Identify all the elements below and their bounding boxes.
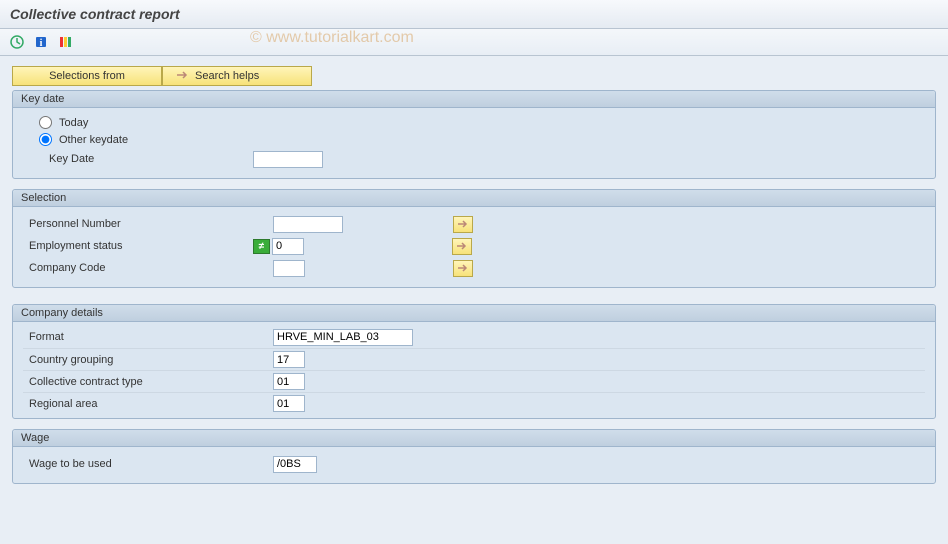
variant-icon[interactable]: [56, 33, 74, 51]
country-label: Country grouping: [23, 354, 253, 366]
group-wage: Wage Wage to be used: [12, 429, 936, 484]
radio-today-label: Today: [59, 117, 88, 129]
page-title: Collective contract report: [0, 0, 948, 29]
info-icon[interactable]: i: [32, 33, 50, 51]
action-button-row: Selections from Search helps: [12, 66, 936, 86]
format-input[interactable]: [273, 329, 413, 346]
keydate-input[interactable]: [253, 151, 323, 168]
cctype-input[interactable]: [273, 373, 305, 390]
group-company-title: Company details: [13, 305, 935, 322]
group-wage-title: Wage: [13, 430, 935, 447]
cctype-label: Collective contract type: [23, 376, 253, 388]
toolbar: i © www.tutorialkart.com: [0, 29, 948, 56]
keydate-label: Key Date: [23, 153, 253, 165]
company-more-button[interactable]: [453, 260, 473, 277]
search-helps-button[interactable]: Search helps: [162, 66, 312, 86]
radio-other-keydate[interactable]: [39, 133, 52, 146]
group-company-details: Company details Format Country grouping …: [12, 304, 936, 419]
wage-label: Wage to be used: [23, 458, 253, 470]
region-input[interactable]: [273, 395, 305, 412]
exclude-icon[interactable]: ≠: [253, 239, 270, 254]
personnel-more-button[interactable]: [453, 216, 473, 233]
group-keydate: Key date Today Other keydate Key Date: [12, 90, 936, 179]
country-input[interactable]: [273, 351, 305, 368]
selections-from-button[interactable]: Selections from: [12, 66, 162, 86]
empstatus-label: Employment status: [23, 240, 253, 252]
personnel-label: Personnel Number: [23, 218, 253, 230]
execute-icon[interactable]: [8, 33, 26, 51]
company-input[interactable]: [273, 260, 305, 277]
watermark: © www.tutorialkart.com: [250, 29, 414, 47]
group-selection-title: Selection: [13, 190, 935, 207]
svg-text:i: i: [40, 38, 43, 49]
arrow-right-icon: [456, 241, 468, 251]
empstatus-input[interactable]: [272, 238, 304, 255]
personnel-input[interactable]: [273, 216, 343, 233]
arrow-right-icon: [457, 219, 469, 229]
wage-input[interactable]: [273, 456, 317, 473]
search-helps-label: Search helps: [195, 70, 259, 82]
radio-today[interactable]: [39, 116, 52, 129]
group-selection: Selection Personnel Number Employment st…: [12, 189, 936, 288]
empstatus-more-button[interactable]: [452, 238, 472, 255]
company-label: Company Code: [23, 262, 253, 274]
format-label: Format: [23, 331, 253, 343]
content-area: Selections from Search helps Key date To…: [0, 56, 948, 504]
arrow-right-icon: [177, 70, 189, 83]
arrow-right-icon: [457, 263, 469, 273]
group-keydate-title: Key date: [13, 91, 935, 108]
radio-other-label: Other keydate: [59, 134, 128, 146]
region-label: Regional area: [23, 398, 253, 410]
